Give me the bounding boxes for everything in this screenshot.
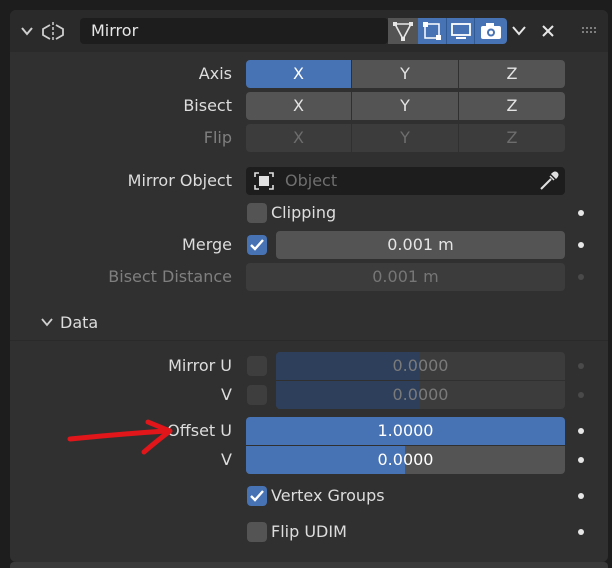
keyframe-dot[interactable] [578,363,584,369]
mirror-object-label: Mirror Object [127,171,232,190]
keyframe-dot[interactable] [578,274,584,280]
offset-u-field[interactable]: 1.0000 [246,417,565,445]
edit-mode-toggle[interactable] [418,18,446,44]
keyframe-dot[interactable] [578,457,584,463]
mirror-object-placeholder: Object [285,171,338,190]
mirror-v-checkbox[interactable] [247,385,267,405]
keyframe-dot[interactable] [578,428,584,434]
axis-z-toggle[interactable]: Z [459,60,565,88]
dropdown-chevron-icon[interactable] [511,24,527,38]
bisect-distance-field[interactable]: 0.001 m [246,263,565,291]
axis-y-toggle[interactable]: Y [352,60,458,88]
edit-mode-icon [423,22,441,40]
modifier-name-field[interactable]: Mirror [80,18,388,44]
mirror-v-label: V [221,385,232,404]
mirror-u-value: 0.0000 [392,356,449,375]
bisect-distance-label: Bisect Distance [108,267,232,286]
mirror-modifier-icon [42,22,64,42]
bisect-label: Bisect [183,96,232,115]
close-icon[interactable] [541,24,555,38]
flip-x-toggle[interactable]: X [246,124,351,152]
keyframe-dot[interactable] [578,529,584,535]
mirror-v-value: 0.0000 [392,385,449,404]
merge-distance-field[interactable]: 0.001 m [276,231,565,259]
axis-label: Axis [198,64,232,83]
mirror-u-label: Mirror U [168,356,232,375]
keyframe-dot[interactable] [578,493,584,499]
keyframe-dot[interactable] [578,242,584,248]
section-divider [10,340,608,341]
collapse-chevron-icon[interactable] [20,24,34,38]
merge-checkbox[interactable] [247,235,267,255]
flip-y-toggle[interactable]: Y [352,124,458,152]
render-toggle[interactable] [474,18,507,44]
offset-v-value: 0.0000 [377,450,434,469]
clipping-label: Clipping [271,203,337,222]
bisect-y-toggle[interactable]: Y [352,92,458,120]
mirror-u-field[interactable]: 0.0000 [276,352,565,380]
realtime-toggle[interactable] [446,18,475,44]
flip-udim-label: Flip UDIM [271,522,347,541]
vertex-groups-label: Vertex Groups [271,486,385,505]
checkmark-icon [250,490,264,502]
flip-z-toggle[interactable]: Z [459,124,565,152]
mirror-v-field[interactable]: 0.0000 [276,381,565,409]
axis-x-toggle[interactable]: X [246,60,351,88]
vertex-triangle-icon [393,22,413,41]
flip-udim-checkbox[interactable] [247,522,267,542]
bisect-z-toggle[interactable]: Z [459,92,565,120]
data-chevron-icon[interactable] [40,316,54,328]
flip-label: Flip [203,128,232,147]
mirror-u-checkbox[interactable] [247,356,267,376]
clipping-checkbox[interactable] [247,203,267,223]
keyframe-dot[interactable] [578,210,584,216]
checkmark-icon [250,239,264,251]
edit-cage-toggle[interactable] [388,18,418,44]
vertex-groups-checkbox[interactable] [247,486,267,506]
offset-v-field[interactable]: 0.0000 [246,446,565,474]
annotation-arrow-icon [67,419,173,455]
eyedropper-icon[interactable] [538,170,560,192]
keyframe-dot[interactable] [578,392,584,398]
drag-handle-icon[interactable] [581,26,597,34]
object-icon [254,172,274,190]
data-section-label[interactable]: Data [60,309,98,337]
monitor-icon [451,23,471,39]
next-panel-edge [10,562,608,568]
merge-label: Merge [182,235,232,254]
bisect-x-toggle[interactable]: X [246,92,351,120]
camera-icon [481,23,501,39]
